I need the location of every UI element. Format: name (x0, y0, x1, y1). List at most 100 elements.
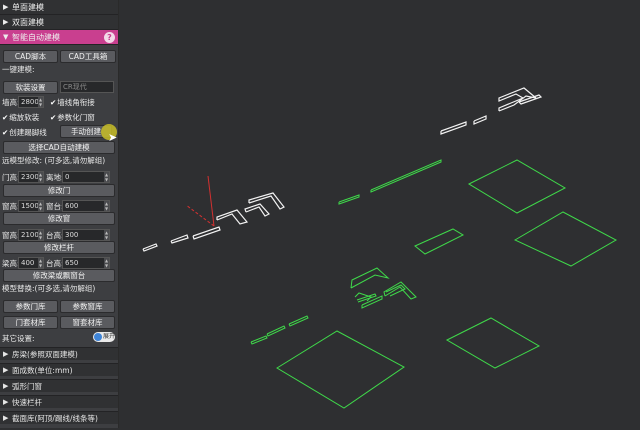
door-ground-label: 离地: (46, 173, 64, 182)
oneclick-label: 一键建模: (2, 65, 35, 74)
wall-segment (266, 325, 286, 337)
door-ground-input[interactable]: 0 ▲ ▼ (62, 171, 110, 183)
chevron-right-icon: ▶ (3, 398, 9, 406)
cad-script-button[interactable]: CAD脚本 (3, 50, 58, 63)
check-label: 参数化门窗 (57, 113, 95, 122)
checkmark-icon: ✔ (50, 98, 57, 107)
door-opening (244, 203, 270, 217)
window-sill-value: 600 (65, 202, 79, 210)
section-profile-library[interactable]: ▶ 截面库(阿顶/踢线/线条等) (0, 411, 118, 424)
rail-height-input[interactable]: 2100 ▲ ▼ (18, 229, 44, 241)
door-opening (216, 209, 249, 225)
check-label: 缩放软装 (9, 113, 40, 122)
section-face-count[interactable]: ▶ 面成数(单位:mm) (0, 363, 118, 376)
door-material-lib-button[interactable]: 门套材库 (3, 316, 58, 329)
beam-height-label: 梁高: (2, 259, 20, 268)
spinner-icon[interactable]: ▲ ▼ (38, 172, 43, 182)
section-single-sided-modeling[interactable]: ▶ 单面建模 (0, 0, 118, 15)
check-label: 创建踢脚线 (9, 128, 47, 137)
section-label: 截面库(阿顶/踢线/线条等) (12, 413, 98, 423)
model-replace-label: 模型替换:(可多选,请勿解组) (2, 284, 96, 293)
side-panel: ▶ 单面建模 ▶ 双面建模 ▼ 智能自动建模 ? CAD脚本 CAD工具箱 一键… (0, 0, 119, 428)
section-smart-auto-modeling[interactable]: ▼ 智能自动建模 ? (0, 30, 118, 45)
spinner-icon[interactable]: ▲ ▼ (104, 258, 109, 268)
window-material-lib-button[interactable]: 窗套材库 (60, 316, 115, 329)
spinner-icon[interactable]: ▲ ▼ (104, 230, 109, 240)
3d-viewport[interactable] (119, 0, 640, 428)
style-input-placeholder: CR现代 (63, 83, 87, 91)
check-label: 墙线角衔接 (57, 98, 95, 107)
spinner-icon[interactable]: ▲ ▼ (104, 172, 109, 182)
check-scale-soft[interactable]: ✔缩放软装 (2, 112, 39, 123)
axis-x-line (185, 204, 215, 227)
window-outline (414, 228, 465, 255)
spinner-icon[interactable]: ▲ ▼ (38, 201, 43, 211)
spinner-icon[interactable]: ▲ ▼ (38, 230, 43, 240)
section-arc-door-window[interactable]: ▶ 弧形门窗 (0, 379, 118, 392)
section-double-sided-modeling[interactable]: ▶ 双面建模 (0, 15, 118, 30)
select-cad-auto-button[interactable]: 选择CAD自动建模 (3, 141, 115, 154)
check-wall-corner[interactable]: ✔墙线角衔接 (50, 97, 95, 108)
checkmark-icon: ✔ (2, 128, 9, 137)
room-outline (445, 317, 541, 369)
beam-sill-input[interactable]: 650 ▲ ▼ (62, 257, 110, 269)
window-height-label: 窗高: (2, 202, 20, 211)
window-sill-label: 窗台: (46, 202, 64, 211)
section-label: 智能自动建模 (12, 32, 60, 42)
spinner-icon[interactable]: ▲ ▼ (104, 201, 109, 211)
wall-segment (250, 335, 268, 345)
section-label: 面成数(单位:mm) (12, 365, 73, 375)
section-label: 房梁(参照双面建模) (12, 349, 78, 359)
door-height-input[interactable]: 2300 ▲ ▼ (18, 171, 44, 183)
rail-sill-value: 300 (65, 231, 79, 239)
room-outline (276, 330, 405, 409)
modify-door-button[interactable]: 修改门 (3, 184, 115, 197)
white-wall-outlines (142, 87, 543, 252)
rail-height-label: 窗高: (2, 231, 20, 240)
wall-height-label: 墙高: (2, 98, 20, 107)
expand-toggle[interactable]: 展开 (93, 332, 115, 342)
modify-window-button[interactable]: 修改窗 (3, 212, 115, 225)
rail-sill-input[interactable]: 300 ▲ ▼ (62, 229, 110, 241)
room-outline (467, 159, 567, 214)
section-beam[interactable]: ▶ 房梁(参照双面建模) (0, 347, 118, 360)
modify-rail-button[interactable]: 修改栏杆 (3, 241, 115, 254)
wall-segment (142, 243, 158, 252)
modify-beam-button[interactable]: 修改梁或飘窗台 (3, 269, 115, 282)
viewport-canvas[interactable] (119, 0, 640, 428)
beam-height-input[interactable]: 400 ▲ ▼ (18, 257, 44, 269)
chevron-right-icon: ▶ (3, 414, 9, 422)
section-label: 单面建模 (12, 2, 44, 12)
section-label: 快速栏杆 (12, 397, 42, 407)
wall-height-value: 2800 (21, 98, 39, 106)
spinner-icon[interactable]: ▲ ▼ (38, 97, 43, 107)
spinner-icon[interactable]: ▲ ▼ (38, 258, 43, 268)
window-sill-input[interactable]: 600 ▲ ▼ (62, 200, 110, 212)
help-icon[interactable]: ? (104, 32, 115, 43)
check-param-door[interactable]: ✔参数化门窗 (50, 112, 95, 123)
wall-height-input[interactable]: 2800 ▲ ▼ (18, 96, 44, 108)
rail-sill-label: 台高: (46, 231, 64, 240)
door-opening (350, 267, 390, 289)
rail-height-value: 2100 (21, 231, 39, 239)
axis-z-line (207, 175, 215, 227)
software-settings-button[interactable]: 软装设置 (3, 81, 58, 94)
checkmark-icon: ✔ (2, 113, 9, 122)
axis-gizmo (185, 175, 215, 227)
wall-segment (385, 284, 406, 297)
wall-segment (473, 115, 487, 125)
check-create-foot[interactable]: ✔创建踢脚线 (2, 127, 47, 138)
toggle-knob (94, 333, 102, 341)
chevron-right-icon: ▶ (3, 18, 9, 26)
wall-segment (192, 226, 221, 240)
window-height-input[interactable]: 1500 ▲ ▼ (18, 200, 44, 212)
cad-toolbox-button[interactable]: CAD工具箱 (60, 50, 116, 63)
style-input[interactable]: CR现代 (60, 81, 114, 93)
other-settings-label: 其它设置: (2, 334, 35, 343)
section-label: 双面建模 (12, 17, 44, 27)
param-door-lib-button[interactable]: 参数门库 (3, 300, 58, 313)
checkmark-icon: ✔ (50, 113, 57, 122)
param-window-lib-button[interactable]: 参数窗库 (60, 300, 115, 313)
section-quick-rail[interactable]: ▶ 快速栏杆 (0, 395, 118, 408)
window-height-value: 1500 (21, 202, 39, 210)
